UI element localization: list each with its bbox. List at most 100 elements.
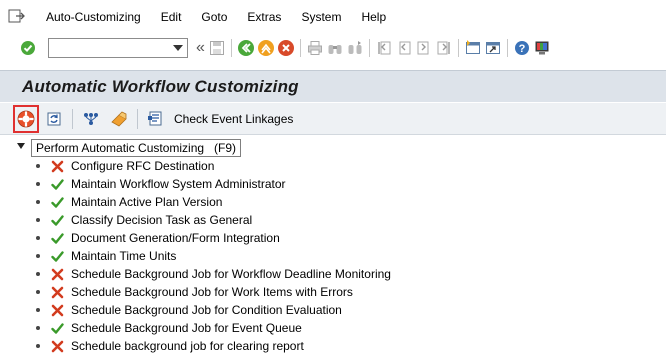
tree-root-node[interactable] xyxy=(16,141,26,151)
tree-item[interactable]: Schedule Background Job for Workflow Dea… xyxy=(36,265,391,283)
tree-item-label: Configure RFC Destination xyxy=(71,159,215,173)
shortcut-icon xyxy=(485,42,500,54)
find-next-button[interactable] xyxy=(345,38,365,58)
save-icon xyxy=(209,41,224,55)
bullet-icon xyxy=(36,326,40,330)
bullet-icon xyxy=(36,164,40,168)
exit-menu-icon[interactable] xyxy=(8,9,26,25)
check-icon xyxy=(50,195,64,209)
customize-layout-button[interactable] xyxy=(532,38,552,58)
check-icon xyxy=(50,249,64,263)
page-title: Automatic Workflow Customizing xyxy=(22,76,299,96)
tree-item[interactable]: Classify Decision Task as General xyxy=(36,211,252,229)
new-session-button[interactable] xyxy=(463,38,483,58)
next-page-icon xyxy=(417,41,429,55)
help-button[interactable]: ? xyxy=(512,38,532,58)
previous-page-icon xyxy=(399,41,411,55)
save-button[interactable] xyxy=(207,38,227,58)
tree-item[interactable]: Schedule Background Job for Work Items w… xyxy=(36,283,353,301)
bullet-icon xyxy=(36,344,40,348)
enter-button[interactable] xyxy=(18,38,38,58)
check-icon xyxy=(50,213,64,227)
collapse-toolbar-icon[interactable]: « xyxy=(196,39,205,57)
toolbar-separator xyxy=(368,39,370,57)
binoculars-icon xyxy=(328,45,342,54)
eraser-icon xyxy=(111,111,127,126)
tree-item-label: Maintain Active Plan Version xyxy=(71,195,223,209)
command-input[interactable] xyxy=(51,40,169,56)
application-toolbar: Check Event Linkages xyxy=(0,103,666,135)
tree-item[interactable]: Schedule Background Job for Event Queue xyxy=(36,319,302,337)
bullet-icon xyxy=(36,272,40,276)
previous-page-button[interactable] xyxy=(394,38,414,58)
tooltip: Perform Automatic Customizing (F9) xyxy=(31,139,242,157)
tree-item-label: Document Generation/Form Integration xyxy=(71,231,280,245)
toolbar-separator xyxy=(137,108,138,129)
bullet-icon xyxy=(36,218,40,222)
tree-expand-toggle[interactable] xyxy=(16,141,26,151)
tree-item[interactable]: Schedule background job for clearing rep… xyxy=(36,337,304,355)
enter-check-icon xyxy=(21,41,35,55)
tree-item-label: Schedule Background Job for Work Items w… xyxy=(71,285,353,299)
toolbar-separator xyxy=(299,39,301,57)
tree-item-label: Schedule Background Job for Event Queue xyxy=(71,321,302,335)
title-bar: Automatic Workflow Customizing xyxy=(0,70,666,102)
command-field[interactable] xyxy=(48,38,188,58)
next-page-button[interactable] xyxy=(414,38,434,58)
toolbar-separator xyxy=(506,39,508,57)
perform-automatic-customizing-button[interactable] xyxy=(13,104,39,133)
refresh-icon xyxy=(47,112,61,125)
menu-goto[interactable]: Goto xyxy=(191,10,237,24)
svg-text:?: ? xyxy=(519,43,526,55)
tree-item-label: Maintain Time Units xyxy=(71,249,177,263)
tree-item[interactable]: Configure RFC Destination xyxy=(36,157,214,175)
shortcut-button[interactable] xyxy=(483,38,503,58)
bullet-icon xyxy=(36,254,40,258)
tree-item-label: Schedule Background Job for Condition Ev… xyxy=(71,303,342,317)
exit-button[interactable] xyxy=(256,38,276,58)
lifebuoy-icon xyxy=(17,110,35,127)
tree-item-label: Maintain Workflow System Administrator xyxy=(71,177,286,191)
help-icon: ? xyxy=(514,41,529,55)
chevron-down-icon xyxy=(173,45,183,51)
workflow-structure-button[interactable] xyxy=(79,107,103,131)
check-icon xyxy=(50,231,64,245)
menu-auto-customizing[interactable]: Auto-Customizing xyxy=(36,10,151,24)
menu-extras[interactable]: Extras xyxy=(237,10,291,24)
find-button[interactable] xyxy=(325,38,345,58)
first-page-button[interactable] xyxy=(374,38,394,58)
bullet-icon xyxy=(36,308,40,312)
check-event-linkages-button[interactable] xyxy=(144,107,168,131)
tree-item[interactable]: Maintain Time Units xyxy=(36,247,176,265)
tree-item[interactable]: Document Generation/Form Integration xyxy=(36,229,280,247)
menu-system[interactable]: System xyxy=(291,10,351,24)
cross-icon xyxy=(50,303,64,317)
menu-edit[interactable]: Edit xyxy=(151,10,192,24)
edit-settings-button[interactable] xyxy=(107,107,131,131)
cancel-button[interactable] xyxy=(276,38,296,58)
tree-item[interactable]: Maintain Workflow System Administrator xyxy=(36,175,286,193)
check-event-linkages-label[interactable]: Check Event Linkages xyxy=(174,112,293,126)
tree-item[interactable]: Schedule Background Job for Condition Ev… xyxy=(36,301,342,319)
check-icon xyxy=(50,321,64,335)
last-page-button[interactable] xyxy=(434,38,454,58)
bullet-icon xyxy=(36,200,40,204)
tree-item-label: Schedule Background Job for Workflow Dea… xyxy=(71,267,391,281)
refresh-button[interactable] xyxy=(42,107,66,131)
cross-icon xyxy=(50,285,64,299)
cancel-icon xyxy=(277,40,294,56)
menu-help[interactable]: Help xyxy=(351,10,396,24)
command-dropdown-button[interactable] xyxy=(169,39,187,57)
bullet-icon xyxy=(36,182,40,186)
back-icon xyxy=(237,40,254,56)
tree-item-label: Classify Decision Task as General xyxy=(71,213,253,227)
linkage-icon xyxy=(148,111,162,125)
print-button[interactable] xyxy=(305,38,325,58)
bullet-icon xyxy=(36,290,40,294)
toolbar-separator xyxy=(230,39,232,57)
back-button[interactable] xyxy=(236,38,256,58)
tree-item[interactable]: Maintain Active Plan Version xyxy=(36,193,222,211)
cross-icon xyxy=(50,159,64,173)
bullet-icon xyxy=(36,236,40,240)
hierarchy-icon xyxy=(84,112,98,125)
